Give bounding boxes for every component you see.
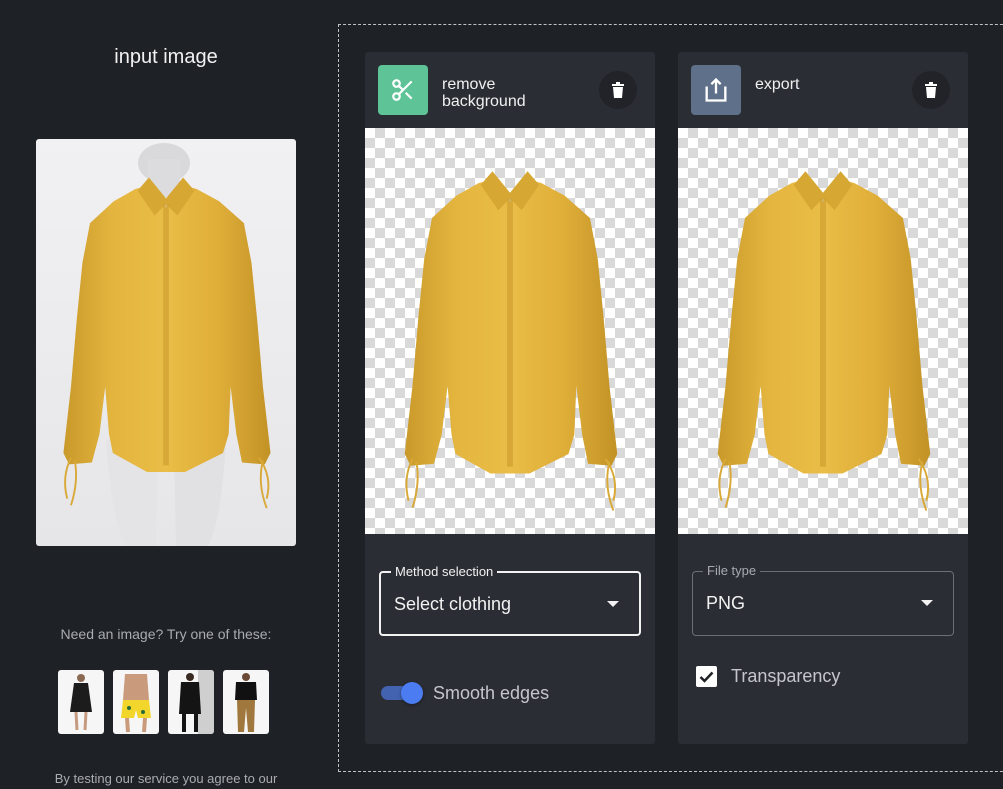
input-image[interactable] [36,139,296,546]
smooth-edges-toggle[interactable] [381,681,423,705]
card-header: remove background [365,52,655,128]
smooth-edges-label: Smooth edges [433,682,550,703]
step-card-export: export File type PNG Transparency [678,52,968,744]
export-icon [691,65,741,115]
sample-images [58,670,269,734]
delete-step-button[interactable] [912,71,950,109]
sample-image-swim-shorts[interactable] [113,670,159,734]
step-title: export [755,76,800,93]
terms-text: By testing our service you agree to our [54,771,278,786]
chevron-down-icon [921,600,933,606]
trash-icon [612,82,624,98]
file-type-select[interactable]: File type PNG [692,563,954,636]
delete-step-button[interactable] [599,71,637,109]
method-select[interactable]: Method selection Select clothing [379,564,641,636]
smooth-edges-row: Smooth edges [381,681,549,705]
checkmark-icon [699,671,714,683]
transparency-checkbox[interactable] [696,666,717,687]
method-select-value: Select clothing [394,594,512,614]
file-type-label: File type [703,563,761,579]
method-select-label: Method selection [391,564,498,580]
card-header: export [678,52,968,128]
scissors-icon [378,65,428,115]
sample-prompt: Need an image? Try one of these: [60,626,272,642]
input-panel: input image Need an image? Try one of th… [0,0,332,789]
result-image-preview [678,128,968,534]
step-card-remove-background: remove background Method selection Selec… [365,52,655,744]
sample-image-chinos[interactable] [223,670,269,734]
result-image-preview [365,128,655,534]
transparency-row: Transparency [696,666,840,687]
step-title: remove background [442,76,526,110]
transparency-label: Transparency [731,666,841,686]
chevron-down-icon [607,601,619,607]
trash-icon [925,82,937,98]
sample-image-black-jacket[interactable] [168,670,214,734]
file-type-value: PNG [706,593,746,613]
input-title: input image [114,46,218,68]
sample-image-black-dress[interactable] [58,670,104,734]
